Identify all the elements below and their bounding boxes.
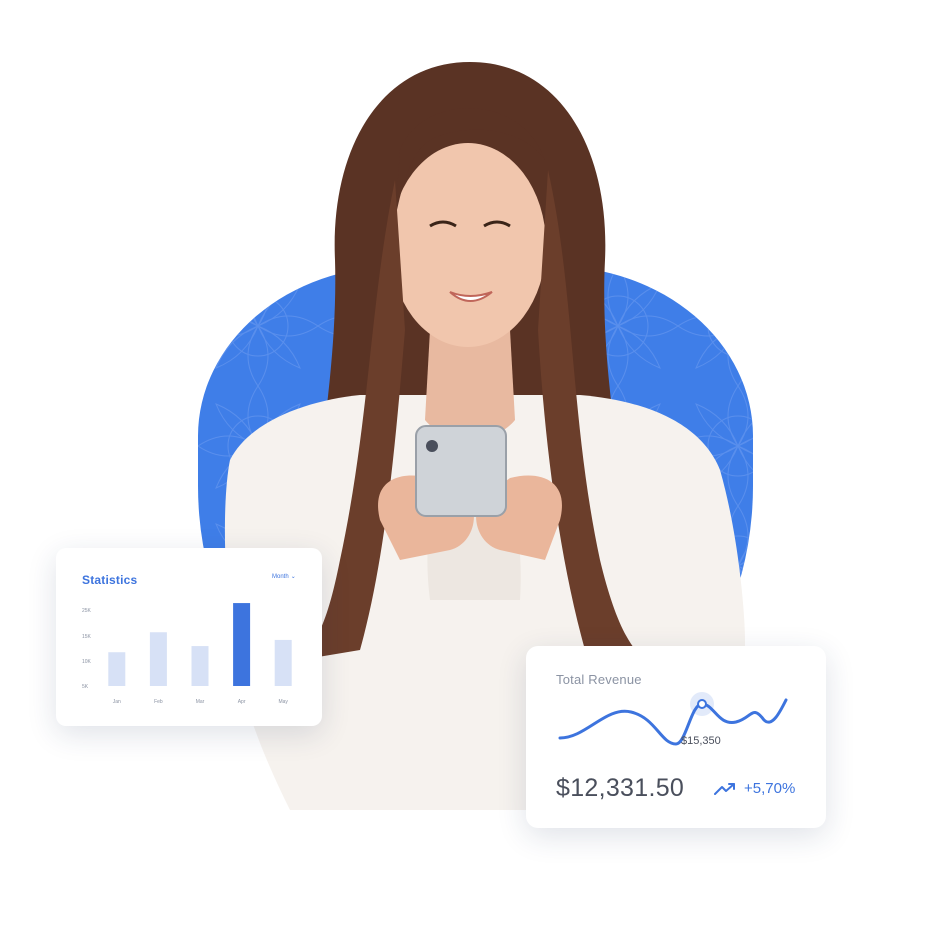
revenue-trend-line (558, 698, 788, 746)
x-tick-label: Jan (113, 699, 121, 705)
y-tick-label: 5K (82, 684, 89, 690)
x-tick-label: May (278, 699, 288, 705)
bar-apr (233, 603, 251, 686)
revenue-amount: $12,331.50 (556, 774, 685, 802)
total-revenue-card: Total Revenue $15,350 $12,331.50 +5,70% (526, 646, 826, 828)
bar-jan (108, 652, 126, 686)
y-tick-label: 10K (82, 659, 92, 665)
revenue-peak-point (697, 699, 707, 709)
x-tick-label: Mar (196, 699, 205, 705)
y-tick-label: 25K (82, 608, 92, 614)
revenue-change: +5,70% (714, 780, 795, 797)
bar-may (274, 639, 292, 686)
hero-illustration: Statistics Month ⌄ 25K 15K 10K 5K Jan Feb Mar A… (0, 0, 949, 936)
statistics-bar-chart: 25K 15K 10K 5K Jan Feb Mar Apr May (82, 603, 292, 705)
x-tick-label: Feb (154, 699, 163, 705)
revenue-peak-label: $15,350 (681, 735, 721, 747)
bar-mar (191, 646, 209, 686)
statistics-card: Statistics Month ⌄ 25K 15K 10K 5K Jan Feb Mar A… (56, 548, 322, 726)
revenue-change-value: +5,70% (744, 780, 796, 797)
x-tick-label: Apr (238, 699, 246, 705)
bar-feb (149, 632, 167, 686)
trending-up-icon (714, 782, 735, 795)
y-tick-label: 15K (82, 634, 92, 640)
